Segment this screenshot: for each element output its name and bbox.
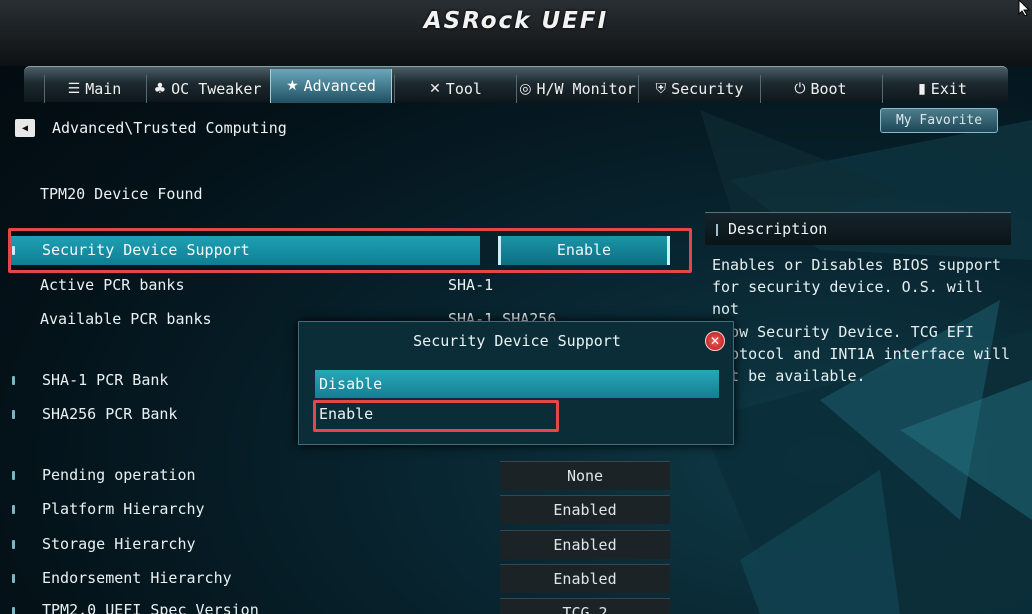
tab-label: Main [85, 80, 122, 98]
tab-hw-monitor[interactable]: ◎ H/W Monitor [516, 75, 638, 103]
star-icon: ★ [286, 78, 299, 94]
breadcrumb: ◀ Advanced\Trusted Computing [15, 118, 287, 138]
power-icon: ⏻ [794, 81, 806, 97]
exit-icon: ▮ [918, 81, 926, 97]
pending-operation-label: Pending operation [42, 466, 196, 484]
pending-operation-value[interactable]: None [500, 461, 670, 490]
description-marker-icon [716, 224, 718, 236]
mouse-cursor-icon [1018, 0, 1031, 16]
highlight-frame [8, 228, 692, 273]
breadcrumb-path: Advanced\Trusted Computing [52, 119, 287, 137]
tab-security[interactable]: ⛨ Security [638, 75, 760, 103]
tab-boot[interactable]: ⏻ Boot [760, 75, 880, 103]
header-bar: ASRock UEFI [0, 0, 1032, 66]
available-pcr-label: Available PCR banks [40, 310, 212, 328]
storage-hierarchy-label: Storage Hierarchy [42, 535, 196, 553]
tab-label: Boot [810, 80, 847, 98]
list-icon: ☰ [67, 81, 81, 97]
description-line: Enables or Disables BIOS support [712, 256, 1001, 274]
row-bullet-icon [12, 540, 15, 549]
close-icon[interactable]: ✕ [705, 331, 725, 351]
description-line: not be available. [712, 367, 866, 386]
tab-label: Advanced [303, 77, 376, 95]
row-bullet-icon [12, 471, 15, 480]
tab-label: Exit [930, 80, 967, 98]
active-pcr-label: Active PCR banks [40, 276, 185, 294]
tab-exit[interactable]: ▮ Exit [882, 75, 1002, 103]
tab-bar: ☰ Main ♣ OC Tweaker ★ Advanced ✕ Tool ◎ … [24, 66, 1008, 103]
platform-hierarchy-label: Platform Hierarchy [42, 500, 205, 518]
monitor-icon: ◎ [519, 81, 532, 97]
row-bullet-icon [12, 607, 15, 614]
rocket-icon: ♣ [153, 81, 167, 97]
description-line: show Security Device. TCG EFI [712, 322, 974, 341]
option-disable[interactable]: Disable [315, 370, 719, 398]
tab-advanced[interactable]: ★ Advanced [270, 69, 392, 103]
spec-version-label: TPM2.0 UEFI Spec Version [42, 601, 259, 614]
tab-label: H/W Monitor [536, 80, 636, 98]
sha256-pcr-bank-label[interactable]: SHA256 PCR Bank [42, 405, 177, 423]
popup-title: Security Device Support [413, 332, 621, 350]
description-header: Description [705, 212, 1011, 245]
description-text: Enables or Disables BIOS support for sec… [712, 254, 1012, 387]
tab-label: OC Tweaker [171, 80, 262, 98]
description-line: protocol and INT1A interface will [712, 344, 1011, 363]
tab-label: Security [671, 80, 744, 98]
description-title: Description [728, 220, 828, 238]
highlight-frame [313, 400, 559, 432]
tab-tool[interactable]: ✕ Tool [394, 75, 516, 103]
endorsement-hierarchy-value[interactable]: Enabled [500, 564, 670, 593]
description-line: for security device. O.S. will not [712, 278, 983, 319]
device-found-label: TPM20 Device Found [40, 185, 203, 203]
spec-version-value[interactable]: TCG_2 [500, 598, 670, 614]
active-pcr-value: SHA-1 [448, 276, 494, 294]
my-favorite-button[interactable]: My Favorite [880, 108, 998, 133]
platform-hierarchy-value[interactable]: Enabled [500, 495, 670, 524]
row-bullet-icon [12, 376, 15, 385]
sha1-pcr-bank-label[interactable]: SHA-1 PCR Bank [42, 371, 168, 389]
row-bullet-icon [12, 410, 15, 419]
shield-icon: ⛨ [655, 81, 667, 97]
row-bullet-icon [12, 505, 15, 514]
back-arrow-icon[interactable]: ◀ [15, 119, 35, 137]
tab-main[interactable]: ☰ Main [44, 75, 144, 103]
row-bullet-icon [12, 574, 15, 583]
tab-label: Tool [445, 80, 482, 98]
tool-icon: ✕ [429, 81, 441, 97]
tab-oc-tweaker[interactable]: ♣ OC Tweaker [146, 75, 268, 103]
endorsement-hierarchy-label: Endorsement Hierarchy [42, 569, 232, 587]
brand-logo: ASRock UEFI [423, 8, 609, 34]
storage-hierarchy-value[interactable]: Enabled [500, 530, 670, 559]
